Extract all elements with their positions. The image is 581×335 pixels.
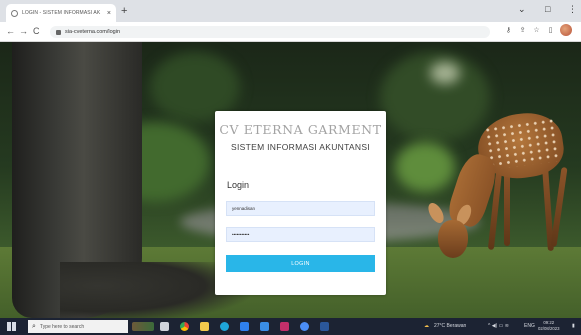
page-background: CV ETERNA GARMENT SISTEM INFORMASI AKUNT… — [0, 42, 581, 318]
taskbar-search[interactable]: ⌕ Type here to search — [28, 320, 128, 333]
restore-icon[interactable]: □ — [545, 3, 550, 15]
chrome-icon[interactable] — [180, 322, 189, 331]
edge-icon[interactable] — [220, 322, 229, 331]
deer-leg — [550, 166, 568, 248]
minimize-button[interactable]: ⌄ — [518, 3, 526, 15]
url-text: sia-cveterna.com/login — [65, 29, 121, 35]
clock-date: 02/08/2023 — [538, 326, 560, 331]
login-heading: Login — [227, 180, 250, 190]
profile-avatar[interactable] — [560, 24, 572, 36]
foliage — [395, 142, 455, 192]
deer-leg — [504, 170, 510, 246]
globe-icon — [11, 9, 18, 17]
search-placeholder: Type here to search — [39, 323, 85, 330]
word-icon[interactable] — [320, 322, 329, 331]
weather-icon: ☁ — [424, 323, 429, 329]
taskbar: ⌕ Type here to search ☁ 27°C Berawan ^ ◀… — [0, 318, 581, 335]
close-window-button[interactable]: ⋮ — [568, 3, 577, 15]
sidepanel-icon[interactable]: ▯ — [546, 26, 555, 35]
system-subtitle: SISTEM INFORMASI AKUNTANSI — [231, 142, 370, 152]
vscode-icon[interactable] — [260, 322, 269, 331]
login-button[interactable]: LOGIN — [226, 255, 375, 272]
app-icon[interactable] — [300, 322, 309, 331]
clock[interactable]: 09:22 02/08/2023 — [538, 320, 560, 332]
windows-start-icon[interactable] — [7, 322, 16, 331]
weather-text[interactable]: 27°C Berawan — [434, 323, 466, 330]
tab-title: LOGIN - SISTEM INFORMASI AK — [22, 10, 101, 16]
back-button[interactable]: ← — [6, 25, 15, 37]
key-icon[interactable]: ⚷ — [504, 26, 513, 35]
new-tab-button[interactable]: + — [121, 4, 127, 18]
deer-head — [438, 220, 468, 258]
search-icon: ⌕ — [32, 323, 36, 330]
tab-strip: LOGIN - SISTEM INFORMASI AK × + ⌄ □ ⋮ — [0, 0, 581, 22]
browser-tab[interactable]: LOGIN - SISTEM INFORMASI AK × — [6, 4, 116, 22]
star-icon[interactable]: ☆ — [532, 26, 541, 35]
news-widget-icon[interactable] — [132, 322, 154, 331]
address-bar[interactable]: sia-cveterna.com/login — [50, 26, 490, 38]
language-indicator[interactable]: ENG — [524, 323, 535, 330]
app-icon[interactable] — [280, 322, 289, 331]
username-input[interactable]: yennadisan — [226, 201, 375, 216]
lock-icon — [56, 29, 61, 35]
store-icon[interactable] — [240, 322, 249, 331]
tray-icons[interactable]: ^ ◀) ▭ ≋ — [488, 323, 509, 330]
reload-button[interactable]: C — [33, 25, 40, 37]
tab-close-button[interactable]: × — [107, 10, 111, 17]
password-input[interactable]: ••••••••••• — [226, 227, 375, 242]
share-icon[interactable]: ⇪ — [518, 26, 527, 35]
brand-title: CV ETERNA GARMENT — [219, 122, 382, 137]
notification-icon[interactable]: ▮ — [572, 323, 575, 330]
task-view-icon[interactable] — [160, 322, 169, 331]
forward-button[interactable]: → — [19, 25, 28, 37]
browser-toolbar: ← → C sia-cveterna.com/login ⚷ ⇪ ☆ ▯ — [0, 22, 581, 42]
file-explorer-icon[interactable] — [200, 322, 209, 331]
light-bokeh — [430, 62, 460, 84]
login-card: CV ETERNA GARMENT SISTEM INFORMASI AKUNT… — [215, 111, 386, 295]
